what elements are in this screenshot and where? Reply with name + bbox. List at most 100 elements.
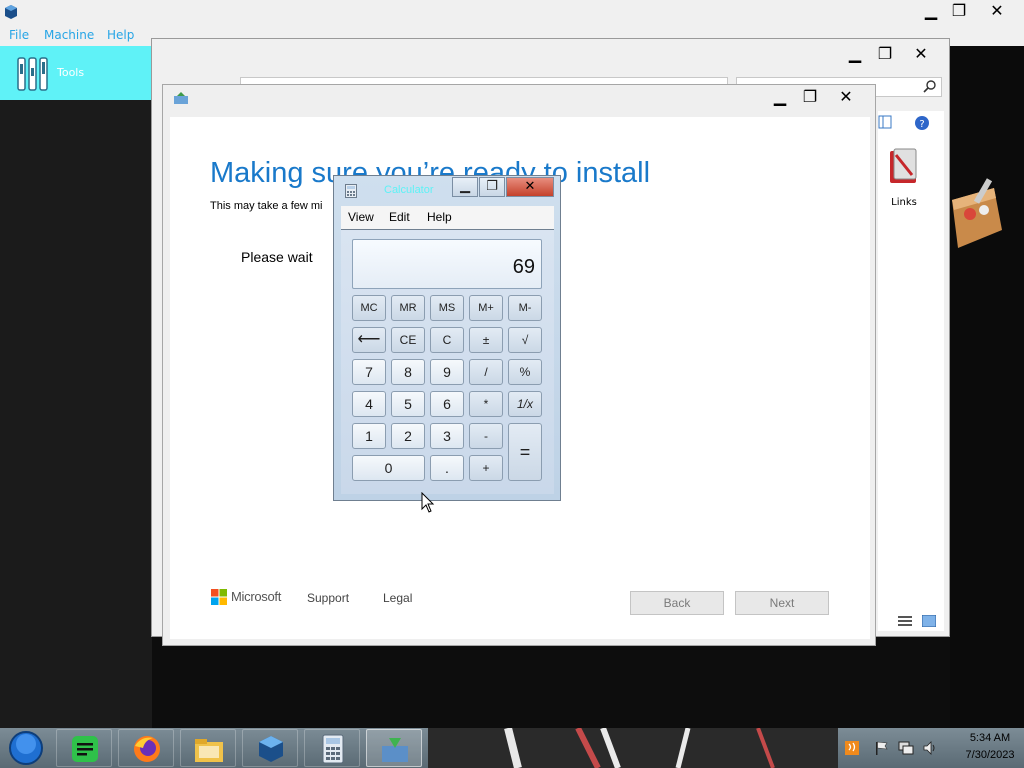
vb-close-button[interactable]: ✕ bbox=[980, 0, 1014, 22]
calc-menu-edit[interactable]: Edit bbox=[389, 210, 410, 224]
virtualbox-sidebar: Tools bbox=[0, 46, 152, 728]
calculator-window: Calculator ▁ ❐ ✕ View Edit Help 69 MC MR… bbox=[333, 175, 561, 501]
calc-menu-view[interactable]: View bbox=[348, 210, 374, 224]
search-icon bbox=[923, 80, 936, 93]
legal-link[interactable]: Legal bbox=[383, 591, 412, 605]
status-text: Please wait bbox=[241, 249, 313, 265]
microsoft-logo-icon bbox=[211, 589, 227, 605]
menu-file[interactable]: File bbox=[9, 28, 29, 42]
mouse-cursor-icon bbox=[421, 492, 435, 513]
calculator-display: 69 bbox=[352, 239, 542, 289]
key-9[interactable]: 9 bbox=[430, 359, 464, 385]
explorer-minimize-button[interactable]: ▁ bbox=[838, 43, 872, 65]
tools-icon bbox=[17, 57, 48, 91]
details-view-icon[interactable] bbox=[898, 615, 912, 627]
setup-taskbar-icon bbox=[382, 738, 408, 762]
key-mr[interactable]: MR bbox=[391, 295, 425, 321]
calculator-face: 69 MC MR MS M+ M- ⟵ CE C ± √ 7 8 9 / % 4… bbox=[341, 230, 554, 494]
support-link[interactable]: Support bbox=[307, 591, 349, 605]
java-update-icon[interactable] bbox=[844, 740, 860, 756]
file-explorer-icon bbox=[195, 739, 223, 762]
spotify-icon bbox=[72, 736, 98, 762]
key-multiply[interactable]: * bbox=[469, 391, 503, 417]
key-6[interactable]: 6 bbox=[430, 391, 464, 417]
key-divide[interactable]: / bbox=[469, 359, 503, 385]
calc-menu-help[interactable]: Help bbox=[427, 210, 452, 224]
back-button[interactable]: Back bbox=[630, 591, 724, 615]
taskbar-firefox[interactable] bbox=[118, 729, 174, 767]
network-icon[interactable] bbox=[898, 740, 914, 756]
links-icon[interactable] bbox=[886, 147, 922, 187]
setup-restore-button[interactable]: ❐ bbox=[793, 86, 827, 108]
key-percent[interactable]: % bbox=[508, 359, 542, 385]
explorer-close-button[interactable]: ✕ bbox=[904, 43, 938, 65]
start-orb-icon[interactable] bbox=[6, 730, 46, 766]
key-mc[interactable]: MC bbox=[352, 295, 386, 321]
display-value: 69 bbox=[512, 256, 535, 278]
virtualbox-logo-icon bbox=[5, 5, 17, 19]
key-c[interactable]: C bbox=[430, 327, 464, 353]
sidebar-item-tools[interactable]: Tools bbox=[0, 46, 152, 100]
links-label: Links bbox=[891, 197, 917, 208]
key-reciprocal[interactable]: 1/x bbox=[508, 391, 542, 417]
large-icons-view-icon[interactable] bbox=[922, 615, 936, 627]
help-icon[interactable]: ? bbox=[914, 115, 930, 131]
key-3[interactable]: 3 bbox=[430, 423, 464, 449]
system-tray: 5:34 AM 7/30/2023 bbox=[838, 728, 1024, 768]
taskbar-file-explorer[interactable] bbox=[180, 729, 236, 767]
explorer-content: ? Links bbox=[878, 111, 944, 631]
key-decimal[interactable]: . bbox=[430, 455, 464, 481]
taskbar-virtualbox[interactable] bbox=[242, 729, 298, 767]
virtualbox-icon bbox=[259, 736, 283, 762]
clock-date[interactable]: 7/30/2023 bbox=[958, 749, 1022, 761]
key-subtract[interactable]: - bbox=[469, 423, 503, 449]
next-button[interactable]: Next bbox=[735, 591, 829, 615]
page-subtitle: This may take a few mi bbox=[210, 200, 323, 212]
explorer-restore-button[interactable]: ❐ bbox=[868, 43, 902, 65]
key-5[interactable]: 5 bbox=[391, 391, 425, 417]
layout-pane-icon[interactable] bbox=[878, 115, 892, 129]
calc-close-button[interactable]: ✕ bbox=[506, 177, 554, 197]
calculator-taskbar-icon bbox=[322, 734, 344, 764]
key-m-minus[interactable]: M- bbox=[508, 295, 542, 321]
taskbar-setup[interactable] bbox=[366, 729, 422, 767]
microsoft-brand: Microsoft bbox=[231, 589, 282, 604]
desktop-wallpaper-strip bbox=[428, 728, 838, 768]
key-0[interactable]: 0 bbox=[352, 455, 425, 481]
key-add[interactable]: + bbox=[469, 455, 503, 481]
wallpaper-art bbox=[504, 728, 775, 768]
tools-label: Tools bbox=[57, 66, 85, 79]
taskbar-spotify[interactable] bbox=[56, 729, 112, 767]
taskbar-calculator[interactable] bbox=[304, 729, 360, 767]
setup-minimize-button[interactable]: ▁ bbox=[763, 86, 797, 108]
virtualbox-titlebar: ▁ ❐ ✕ bbox=[0, 0, 1024, 24]
key-m-plus[interactable]: M+ bbox=[469, 295, 503, 321]
svg-text:?: ? bbox=[919, 119, 924, 130]
calculator-menubar: View Edit Help bbox=[341, 206, 554, 230]
flag-icon[interactable] bbox=[874, 740, 890, 756]
calc-minimize-button[interactable]: ▁ bbox=[452, 177, 478, 197]
key-4[interactable]: 4 bbox=[352, 391, 386, 417]
setup-close-button[interactable]: ✕ bbox=[829, 86, 863, 108]
key-plus-minus[interactable]: ± bbox=[469, 327, 503, 353]
key-equals[interactable]: = bbox=[508, 423, 542, 481]
calculator-icon bbox=[345, 184, 357, 198]
menu-help[interactable]: Help bbox=[107, 28, 134, 42]
key-8[interactable]: 8 bbox=[391, 359, 425, 385]
clock-time[interactable]: 5:34 AM bbox=[958, 732, 1022, 744]
key-backspace[interactable]: ⟵ bbox=[352, 327, 386, 353]
key-sqrt[interactable]: √ bbox=[508, 327, 542, 353]
key-7[interactable]: 7 bbox=[352, 359, 386, 385]
calc-restore-button[interactable]: ❐ bbox=[479, 177, 505, 197]
key-1[interactable]: 1 bbox=[352, 423, 386, 449]
volume-icon[interactable] bbox=[922, 740, 938, 756]
vm-display-right bbox=[950, 46, 1024, 728]
toolbox-icon bbox=[952, 178, 1002, 248]
menu-machine[interactable]: Machine bbox=[44, 28, 94, 42]
key-ce[interactable]: CE bbox=[391, 327, 425, 353]
firefox-icon bbox=[134, 736, 160, 762]
key-2[interactable]: 2 bbox=[391, 423, 425, 449]
taskbar: 5:34 AM 7/30/2023 bbox=[0, 728, 1024, 768]
vb-restore-button[interactable]: ❐ bbox=[942, 0, 976, 22]
key-ms[interactable]: MS bbox=[430, 295, 464, 321]
